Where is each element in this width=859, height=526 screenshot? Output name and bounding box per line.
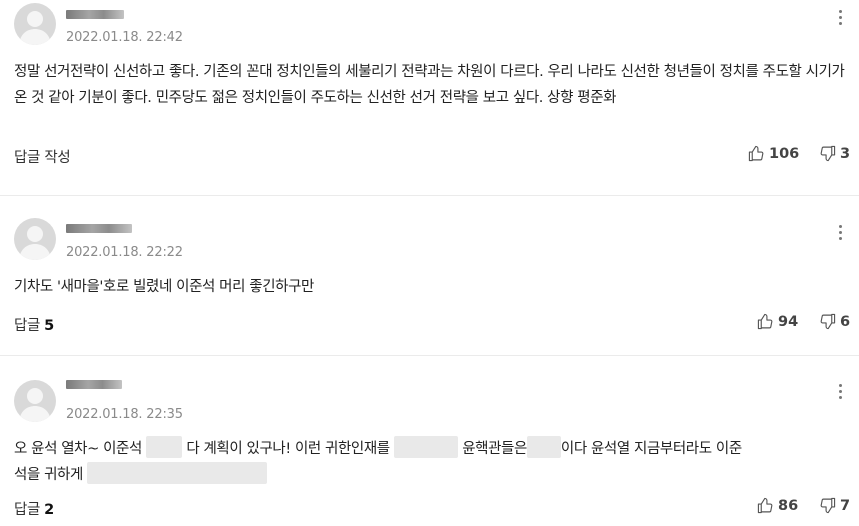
- redacted-text: [393, 436, 458, 458]
- reply-button[interactable]: 답글 5: [14, 314, 54, 335]
- dot-icon: [838, 21, 842, 25]
- user-silhouette-icon: [19, 226, 51, 260]
- comment-text-part: 오 윤석 열차~ 이준석: [14, 441, 142, 457]
- masked-nickname[interactable]: [66, 224, 132, 233]
- like-count: 106: [769, 145, 800, 162]
- dot-icon: [838, 15, 842, 19]
- comment-item: 2022.01.18. 22:35 오 윤석 열차~ 이준석 다 계획이 있구나…: [0, 356, 859, 526]
- dot-icon: [838, 383, 842, 387]
- comment-text-part: 윤핵관들은: [462, 441, 527, 457]
- thumbs-up-icon: [757, 497, 773, 514]
- user-silhouette-icon: [19, 388, 51, 422]
- more-options-button[interactable]: [832, 220, 848, 244]
- thumbs-up-icon: [748, 145, 764, 162]
- dot-icon: [838, 236, 842, 240]
- reply-button[interactable]: 답글 2: [14, 498, 54, 519]
- reply-label: 답글: [14, 502, 41, 518]
- comment-item: 2022.01.18. 22:42 정말 선거전략이 신선하고 좋다. 기존의 …: [0, 0, 859, 196]
- comment-item: 2022.01.18. 22:22 기차도 '새마을'호로 빌렸네 이준석 머리…: [0, 196, 859, 356]
- like-count: 94: [778, 313, 799, 330]
- dislike-button[interactable]: 6: [819, 313, 850, 330]
- comment-text-part: 다 계획이 있구나! 이런 귀한인재를: [186, 441, 390, 457]
- like-button[interactable]: 106: [748, 145, 799, 162]
- dislike-count: 6: [840, 313, 851, 330]
- like-button[interactable]: 86: [757, 497, 798, 514]
- dislike-count: 3: [840, 145, 851, 162]
- comment-date: 2022.01.18. 22:35: [66, 407, 183, 422]
- comment-text-part: 석을 귀하게: [14, 467, 83, 483]
- masked-nickname[interactable]: [66, 380, 122, 389]
- comment-date: 2022.01.18. 22:42: [66, 30, 183, 45]
- redacted-text: [87, 462, 268, 484]
- avatar[interactable]: [14, 218, 56, 260]
- comment-text: 오 윤석 열차~ 이준석 다 계획이 있구나! 이런 귀한인재를 윤핵관들은 이다…: [14, 436, 850, 488]
- more-options-button[interactable]: [832, 5, 848, 29]
- reply-count: 5: [44, 318, 54, 334]
- redacted-text: [146, 436, 183, 458]
- dislike-button[interactable]: 7: [819, 497, 850, 514]
- dot-icon: [838, 389, 842, 393]
- avatar[interactable]: [14, 380, 56, 422]
- like-button[interactable]: 94: [757, 313, 798, 330]
- dot-icon: [838, 9, 842, 13]
- thumbs-down-icon: [820, 497, 836, 514]
- redacted-text: [526, 436, 561, 458]
- dislike-button[interactable]: 3: [819, 145, 850, 162]
- reply-count: 2: [44, 502, 54, 518]
- thumbs-down-icon: [820, 145, 836, 162]
- dot-icon: [838, 395, 842, 399]
- reply-label: 답글 작성: [14, 150, 71, 166]
- comment-text: 정말 선거전략이 신선하고 좋다. 기존의 꼰대 정치인들의 세불리기 전략과는…: [14, 64, 845, 106]
- reply-label: 답글: [14, 318, 41, 334]
- masked-nickname[interactable]: [66, 10, 124, 19]
- dot-icon: [838, 230, 842, 234]
- comment-text-part: 이다 윤석열 지금부터라도 이준: [560, 441, 742, 457]
- user-silhouette-icon: [19, 11, 51, 45]
- thumbs-up-icon: [757, 313, 773, 330]
- thumbs-down-icon: [820, 313, 836, 330]
- dot-icon: [838, 224, 842, 228]
- more-options-button[interactable]: [832, 379, 848, 403]
- avatar[interactable]: [14, 3, 56, 45]
- comment-text: 기차도 '새마을'호로 빌렸네 이준석 머리 좋긴하구만: [14, 279, 314, 295]
- dislike-count: 7: [840, 497, 851, 514]
- reply-button[interactable]: 답글 작성: [14, 146, 71, 167]
- comment-date: 2022.01.18. 22:22: [66, 245, 183, 260]
- like-count: 86: [778, 497, 799, 514]
